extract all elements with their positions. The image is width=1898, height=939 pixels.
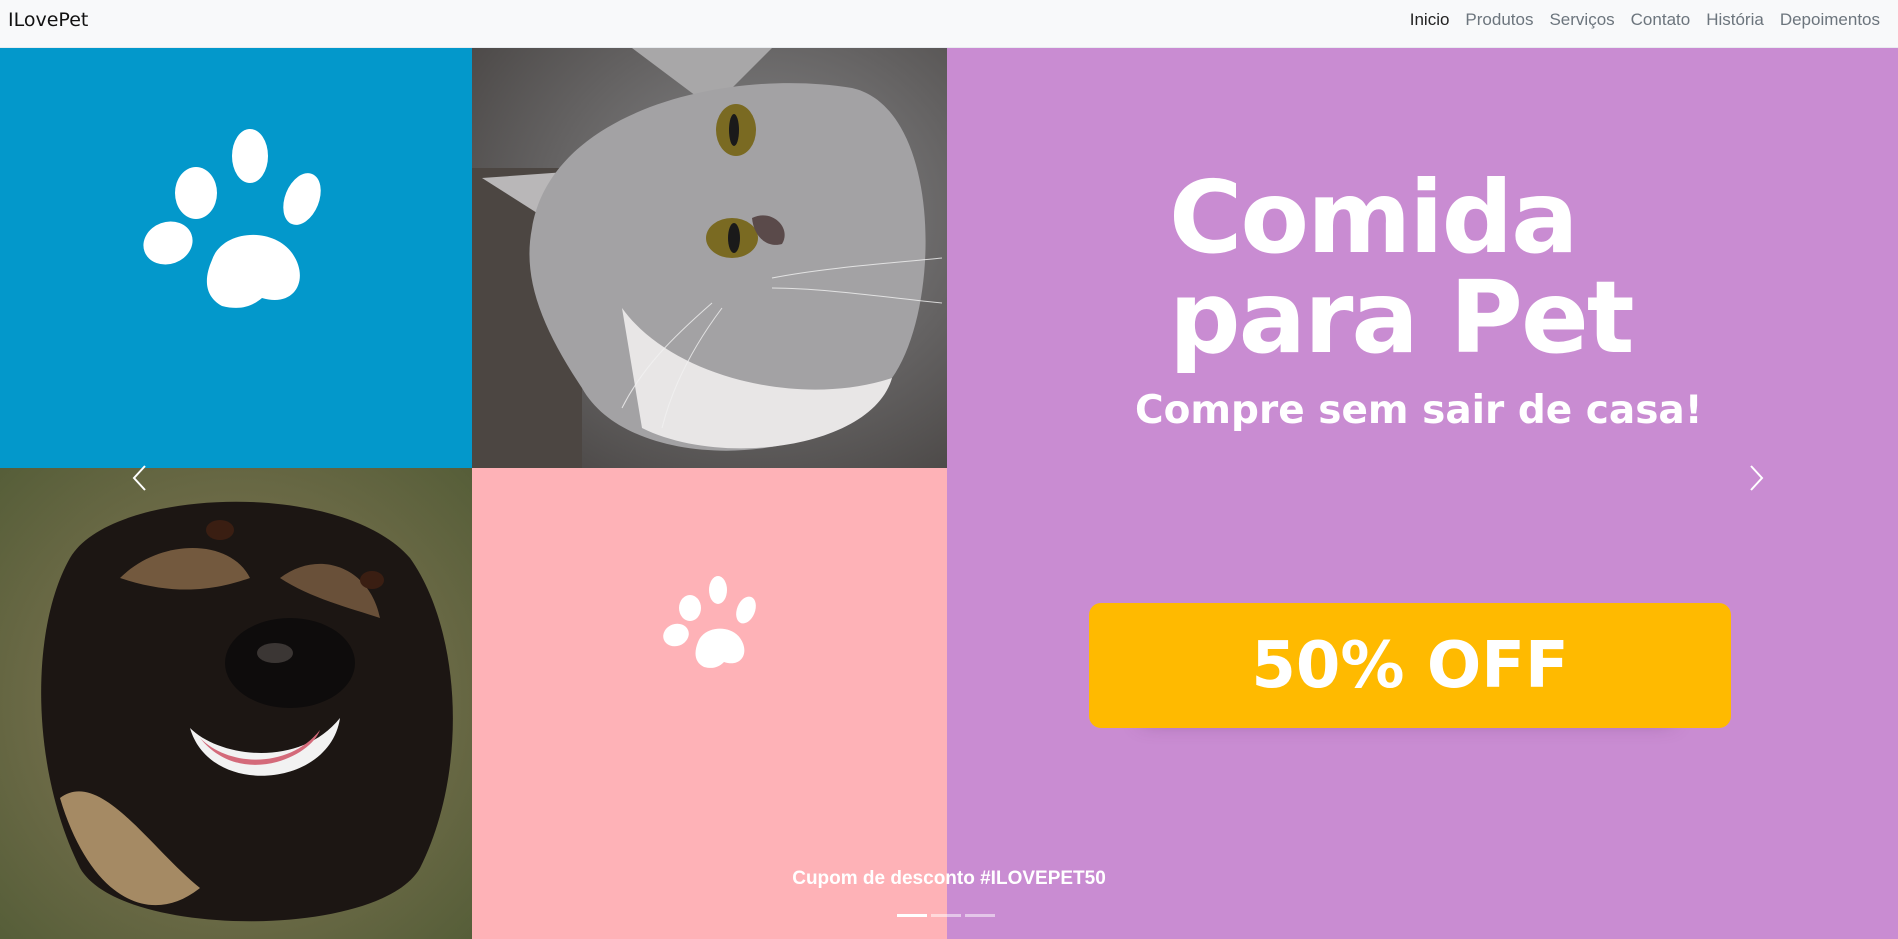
carousel-indicator-2[interactable]	[931, 914, 961, 917]
carousel-slide: Comida para Pet Compre sem sair de casa!…	[0, 48, 1898, 939]
carousel-indicator-1[interactable]	[897, 914, 927, 917]
nav-item-inicio[interactable]: Inicio	[1410, 10, 1450, 30]
headline-line-1: Comida	[1169, 159, 1579, 276]
chevron-left-icon	[132, 465, 146, 491]
carousel-caption: Cupom de desconto #ILOVEPET50	[792, 868, 1106, 889]
carousel-prev-button[interactable]	[110, 448, 170, 508]
promo-headline: Comida para Pet	[1169, 159, 1635, 376]
navbar: ILovePet Inicio Produtos Serviços Contat…	[0, 0, 1898, 48]
carousel-indicator-3[interactable]	[965, 914, 995, 917]
headline-line-2: para Pet	[1169, 259, 1635, 376]
carousel-next-button[interactable]	[1726, 448, 1786, 508]
nav-item-produtos[interactable]: Produtos	[1465, 10, 1533, 30]
blue-paw-tile	[0, 48, 472, 468]
nav-item-historia[interactable]: História	[1706, 10, 1764, 30]
carousel-indicators	[897, 914, 995, 917]
offer-badge: 50% OFF	[1089, 603, 1731, 728]
cat-image	[472, 48, 947, 468]
chevron-right-icon	[1750, 465, 1764, 491]
paw-icon	[143, 129, 321, 308]
nav-links: Inicio Produtos Serviços Contato Históri…	[1410, 10, 1880, 30]
hero-carousel: Comida para Pet Compre sem sair de casa!…	[0, 48, 1898, 939]
brand-logo[interactable]: ILovePet	[8, 9, 88, 31]
nav-item-servicos[interactable]: Serviços	[1549, 10, 1614, 30]
nav-item-contato[interactable]: Contato	[1631, 10, 1691, 30]
nav-item-depoimentos[interactable]: Depoimentos	[1780, 10, 1880, 30]
cat-photo	[472, 48, 947, 468]
promo-tagline: Compre sem sair de casa!	[1135, 388, 1703, 433]
